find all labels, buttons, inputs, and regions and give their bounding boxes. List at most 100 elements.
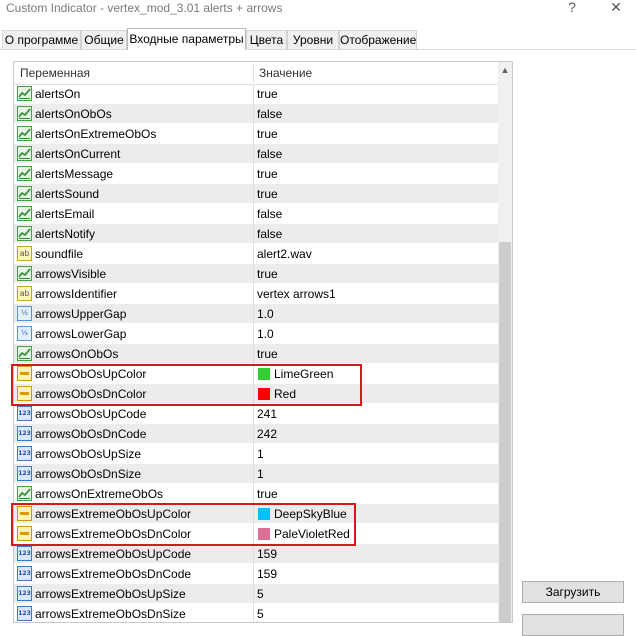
parameter-row[interactable]: arrowsObOsUpColor LimeGreen	[14, 364, 498, 384]
parameter-row[interactable]: ½ arrowsLowerGap 1.0	[14, 324, 498, 344]
parameter-row[interactable]: 123 arrowsExtremeObOsDnCode 159	[14, 564, 498, 584]
param-name: arrowsObOsUpCode	[35, 407, 147, 421]
parameter-row[interactable]: 123 arrowsObOsUpCode 241	[14, 404, 498, 424]
param-name: arrowsVisible	[35, 267, 107, 281]
scroll-thumb[interactable]	[499, 242, 511, 622]
cell-separator	[253, 544, 254, 564]
help-button[interactable]: ?	[552, 0, 592, 16]
param-value[interactable]: true	[257, 164, 278, 184]
tab-general[interactable]: Общие	[81, 30, 127, 49]
cell-separator	[253, 604, 254, 622]
cell-separator	[253, 464, 254, 484]
column-header-variable[interactable]: Переменная	[20, 62, 90, 84]
parameter-row[interactable]: 123 arrowsExtremeObOsDnSize 5	[14, 604, 498, 622]
load-button[interactable]: Загрузить	[522, 581, 624, 603]
param-value[interactable]: 1	[257, 444, 264, 464]
param-value[interactable]: true	[257, 264, 278, 284]
param-name: alertsNotify	[35, 227, 96, 241]
param-name: arrowsObOsDnColor	[35, 387, 147, 401]
cell-separator	[253, 524, 254, 544]
parameter-row[interactable]: alertsNotify false	[14, 224, 498, 244]
param-type-int-icon: 123	[17, 406, 32, 421]
tab-levels[interactable]: Уровни	[287, 30, 339, 49]
tab-visualization[interactable]: Отображение	[339, 30, 417, 49]
color-swatch[interactable]	[258, 508, 270, 520]
cell-separator	[253, 584, 254, 604]
cell-separator	[253, 364, 254, 384]
color-swatch[interactable]	[258, 528, 270, 540]
param-type-color-icon	[17, 366, 32, 381]
parameter-row[interactable]: 123 arrowsObOsDnCode 242	[14, 424, 498, 444]
param-value[interactable]: 241	[257, 404, 277, 424]
parameter-row[interactable]: ab soundfile alert2.wav	[14, 244, 498, 264]
param-value[interactable]: false	[257, 104, 282, 124]
param-value[interactable]: 5	[257, 584, 264, 604]
parameter-row[interactable]: arrowsObOsDnColor Red	[14, 384, 498, 404]
param-type-double-icon: ½	[17, 326, 32, 341]
param-value[interactable]: false	[257, 224, 282, 244]
parameter-row[interactable]: 123 arrowsObOsDnSize 1	[14, 464, 498, 484]
param-value[interactable]: 1.0	[257, 304, 274, 324]
param-value[interactable]: true	[257, 124, 278, 144]
param-value[interactable]: PaleVioletRed	[274, 524, 350, 544]
param-value[interactable]: 242	[257, 424, 277, 444]
parameter-row[interactable]: ½ arrowsUpperGap 1.0	[14, 304, 498, 324]
parameter-row[interactable]: arrowsExtremeObOsUpColor DeepSkyBlue	[14, 504, 498, 524]
parameter-row[interactable]: alertsMessage true	[14, 164, 498, 184]
param-value[interactable]: 1	[257, 464, 264, 484]
param-type-bool-icon	[17, 206, 32, 221]
param-type-int-icon: 123	[17, 426, 32, 441]
param-value[interactable]: 5	[257, 604, 264, 622]
scroll-up-icon[interactable]: ▲	[498, 62, 512, 78]
tab-inputs[interactable]: Входные параметры	[127, 28, 246, 50]
parameter-row[interactable]: alertsEmail false	[14, 204, 498, 224]
parameter-row[interactable]: alertsSound true	[14, 184, 498, 204]
tab-about[interactable]: О программе	[2, 30, 81, 49]
param-value[interactable]: true	[257, 84, 278, 104]
param-name: arrowsExtremeObOsDnCode	[35, 567, 192, 581]
param-value[interactable]: 1.0	[257, 324, 274, 344]
param-value[interactable]: vertex arrows1	[257, 284, 336, 304]
param-value[interactable]: false	[257, 144, 282, 164]
vertical-scrollbar[interactable]: ▲	[498, 62, 512, 622]
param-value[interactable]: Red	[274, 384, 296, 404]
param-name: arrowsExtremeObOsUpSize	[35, 587, 186, 601]
param-name: arrowsIdentifier	[35, 287, 118, 301]
param-type-int-icon: 123	[17, 566, 32, 581]
parameter-row[interactable]: arrowsVisible true	[14, 264, 498, 284]
parameter-row[interactable]: alertsOn true	[14, 84, 498, 104]
parameter-row[interactable]: alertsOnObOs false	[14, 104, 498, 124]
cell-separator	[253, 244, 254, 264]
parameter-row[interactable]: alertsOnExtremeObOs true	[14, 124, 498, 144]
parameter-row[interactable]: arrowsOnExtremeObOs true	[14, 484, 498, 504]
param-value[interactable]: true	[257, 184, 278, 204]
parameter-row[interactable]: arrowsExtremeObOsDnColor PaleVioletRed	[14, 524, 498, 544]
param-value[interactable]: 159	[257, 564, 277, 584]
param-type-bool-icon	[17, 106, 32, 121]
param-type-bool-icon	[17, 146, 32, 161]
param-name: alertsEmail	[35, 207, 95, 221]
param-value[interactable]: DeepSkyBlue	[274, 504, 347, 524]
cell-separator	[253, 164, 254, 184]
color-swatch[interactable]	[258, 388, 270, 400]
save-button[interactable]	[522, 614, 624, 636]
parameter-row[interactable]: 123 arrowsObOsUpSize 1	[14, 444, 498, 464]
param-value[interactable]: true	[257, 344, 278, 364]
param-type-int-icon: 123	[17, 446, 32, 461]
param-name: arrowsExtremeObOsDnColor	[35, 527, 192, 541]
color-swatch[interactable]	[258, 368, 270, 380]
param-value[interactable]: false	[257, 204, 282, 224]
tab-colors[interactable]: Цвета	[246, 30, 287, 49]
parameter-row[interactable]: ab arrowsIdentifier vertex arrows1	[14, 284, 498, 304]
parameter-row[interactable]: 123 arrowsExtremeObOsUpSize 5	[14, 584, 498, 604]
column-header-value[interactable]: Значение	[259, 62, 312, 84]
param-value[interactable]: LimeGreen	[274, 364, 333, 384]
parameter-row[interactable]: 123 arrowsExtremeObOsUpCode 159	[14, 544, 498, 564]
param-type-bool-icon	[17, 186, 32, 201]
parameter-row[interactable]: arrowsOnObOs true	[14, 344, 498, 364]
param-value[interactable]: alert2.wav	[257, 244, 312, 264]
param-value[interactable]: 159	[257, 544, 277, 564]
close-button[interactable]: ✕	[596, 0, 636, 16]
parameter-row[interactable]: alertsOnCurrent false	[14, 144, 498, 164]
param-value[interactable]: true	[257, 484, 278, 504]
